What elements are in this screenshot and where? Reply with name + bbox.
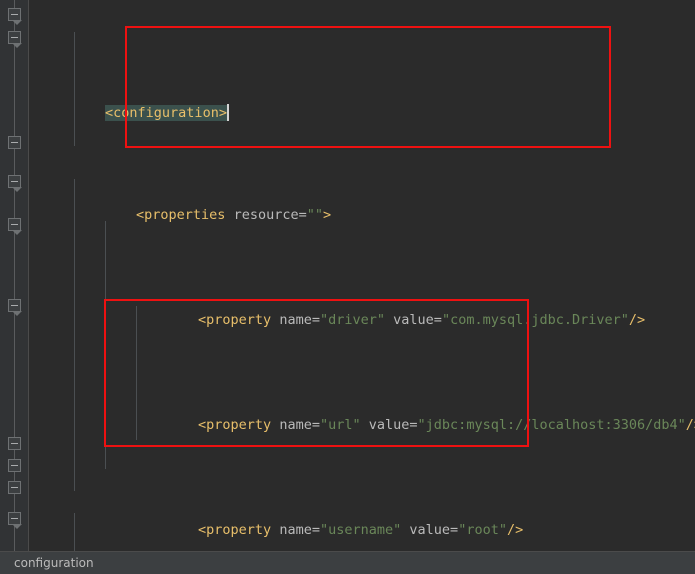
editor-gutter[interactable] xyxy=(0,0,29,551)
attr-name: name xyxy=(279,312,312,328)
fold-marker-datasource-end[interactable] xyxy=(8,437,21,450)
code-line-4[interactable]: <property name="url" value="jdbc:mysql:/… xyxy=(29,394,695,433)
tag-property-open: <property xyxy=(198,312,272,328)
code-editor-area[interactable]: <configuration> <properties resource="">… xyxy=(29,0,695,551)
attr-name: name xyxy=(279,417,312,433)
fold-marker-configuration[interactable] xyxy=(8,8,22,25)
tag-property-open: <property xyxy=(198,417,272,433)
tag-property-open: <property xyxy=(198,522,272,538)
tag-selfclose: /> xyxy=(685,417,695,433)
tag-properties-close: > xyxy=(323,207,332,223)
val-name: "driver" xyxy=(319,312,386,328)
attr-value: value xyxy=(368,417,410,433)
status-bar: configuration xyxy=(0,551,695,574)
val-resource: "" xyxy=(306,207,324,223)
fold-marker-environment-end[interactable] xyxy=(8,459,21,472)
tag-selfclose: /> xyxy=(506,522,524,538)
fold-marker-environments-end[interactable] xyxy=(8,481,21,494)
val-value: "jdbc:mysql://localhost:3306/db4" xyxy=(417,417,686,433)
val-value: "com.mysql.jdbc.Driver" xyxy=(441,312,629,328)
attr-value: value xyxy=(409,522,451,538)
breadcrumb-configuration[interactable]: configuration xyxy=(0,556,94,570)
code-line-5[interactable]: <property name="username" value="root"/> xyxy=(29,499,695,538)
val-name: "username" xyxy=(319,522,402,538)
attr-name: name xyxy=(279,522,312,538)
code-line-2[interactable]: <properties resource=""> xyxy=(29,184,695,223)
tag-properties-open: <properties xyxy=(136,207,226,223)
tag-selfclose: /> xyxy=(628,312,646,328)
fold-marker-datasource[interactable] xyxy=(8,299,22,316)
code-line-1[interactable]: <configuration> xyxy=(29,79,695,121)
fold-marker-properties[interactable] xyxy=(8,31,22,48)
fold-marker-properties-end[interactable] xyxy=(8,136,21,149)
val-value: "root" xyxy=(458,522,507,538)
val-name: "url" xyxy=(319,417,361,433)
tag-configuration: <configuration> xyxy=(105,105,227,121)
attr-value: value xyxy=(393,312,434,328)
editor-window: <!--配置环境--> <configuration> <proper xyxy=(0,0,695,574)
attr-resource: resource xyxy=(233,207,299,223)
code-line-3[interactable]: <property name="driver" value="com.mysql… xyxy=(29,289,695,328)
fold-marker-environments[interactable] xyxy=(8,175,22,192)
code-lines: <configuration> <properties resource="">… xyxy=(29,0,695,551)
fold-marker-environment[interactable] xyxy=(8,218,22,235)
fold-marker-mappers[interactable] xyxy=(8,512,22,529)
